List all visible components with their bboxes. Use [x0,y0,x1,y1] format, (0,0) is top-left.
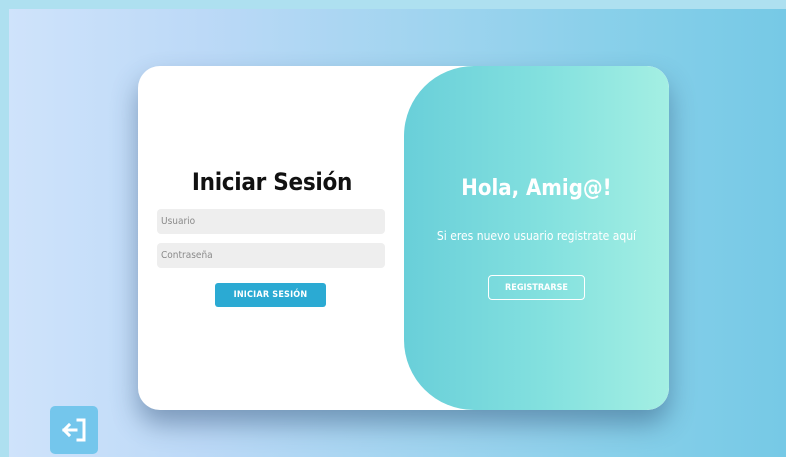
register-button[interactable]: REGISTRARSE [488,275,585,300]
welcome-panel: Hola, Amig@! Si eres nuevo usuario regis… [404,66,669,410]
login-button[interactable]: INICIAR SESIÓN [215,283,326,307]
exit-button[interactable] [50,406,98,454]
username-input[interactable] [157,209,385,234]
password-input[interactable] [157,243,385,268]
welcome-title: Hola, Amig@! [461,176,612,201]
logout-icon [61,418,86,442]
login-title: Iniciar Sesión [191,168,353,196]
welcome-subtitle: Si eres nuevo usuario registrate aquí [436,229,637,243]
auth-card: Iniciar Sesión INICIAR SESIÓN Hola, Amig… [138,66,669,410]
